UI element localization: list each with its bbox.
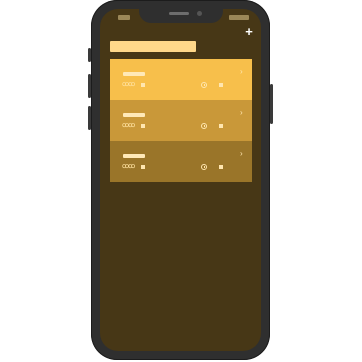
list-item[interactable]: ꝏꝏ › <box>110 100 252 141</box>
people-icon: ꝏꝏ <box>122 163 135 170</box>
list-item-title <box>123 154 145 158</box>
add-button[interactable]: + <box>242 25 256 39</box>
status-indicators <box>229 15 249 20</box>
page-title <box>110 41 196 52</box>
people-icon: ꝏꝏ <box>122 122 135 129</box>
attendee-count <box>141 83 145 87</box>
notch <box>139 9 223 23</box>
list-item[interactable]: ꝏꝏ › <box>110 59 252 100</box>
chevron-right-icon: › <box>240 149 243 158</box>
duration-value <box>219 83 223 87</box>
status-time <box>118 15 130 20</box>
list-item-title <box>123 72 145 76</box>
power-button <box>270 84 273 124</box>
meeting-list: ꝏꝏ › ꝏꝏ › ꝏꝏ › <box>110 59 252 182</box>
camera-icon <box>197 11 202 16</box>
list-item-title <box>123 113 145 117</box>
clock-icon <box>201 123 207 129</box>
chevron-right-icon: › <box>240 67 243 76</box>
clock-icon <box>201 164 207 170</box>
duration-value <box>219 124 223 128</box>
chevron-right-icon: › <box>240 108 243 117</box>
list-item[interactable]: ꝏꝏ › <box>110 141 252 182</box>
duration-value <box>219 165 223 169</box>
speaker <box>169 12 189 15</box>
attendee-count <box>141 124 145 128</box>
people-icon: ꝏꝏ <box>122 81 135 88</box>
clock-icon <box>201 82 207 88</box>
attendee-count <box>141 165 145 169</box>
plus-icon: + <box>245 24 253 39</box>
phone-frame: + ꝏꝏ › ꝏꝏ › ꝏꝏ › <box>91 0 270 360</box>
screen: + ꝏꝏ › ꝏꝏ › ꝏꝏ › <box>100 9 261 351</box>
